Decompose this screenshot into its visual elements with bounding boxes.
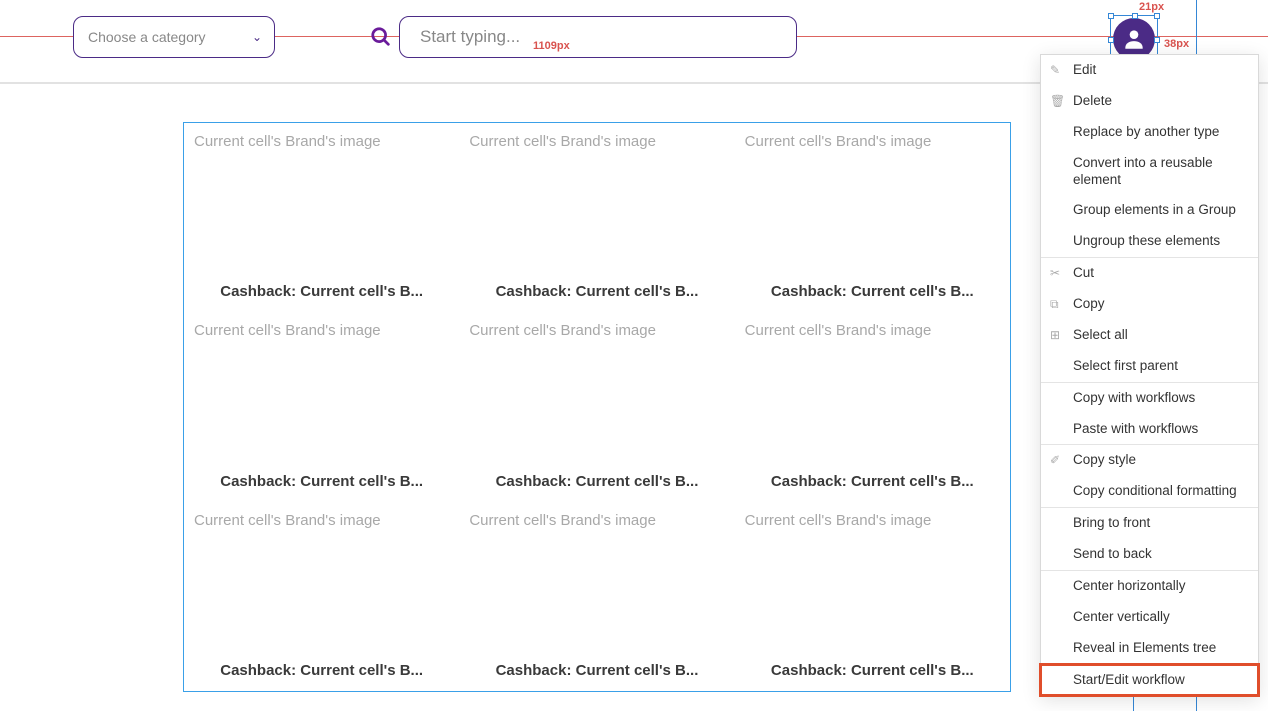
menu-item-center-horizontally[interactable]: Center horizontally xyxy=(1041,571,1258,602)
menu-item-paste-with-workflows[interactable]: Paste with workflows xyxy=(1041,414,1258,445)
search-input[interactable]: Start typing... xyxy=(399,16,797,58)
search-icon xyxy=(370,26,392,53)
menu-item-label: Copy xyxy=(1073,296,1105,311)
grid-cell[interactable]: Current cell's Brand's image Cashback: C… xyxy=(184,312,459,501)
dimension-label-right: 38px xyxy=(1164,38,1189,50)
menu-item-label: Delete xyxy=(1073,93,1112,108)
chevron-down-icon: ⌄ xyxy=(252,30,262,44)
menu-item-cut[interactable]: ✂ Cut xyxy=(1041,258,1258,289)
dimension-label-width: 1109px xyxy=(533,40,570,52)
menu-item-bring-to-front[interactable]: Bring to front xyxy=(1041,508,1258,539)
menu-item-select-first-parent[interactable]: Select first parent xyxy=(1041,351,1258,382)
paint-icon: ✐ xyxy=(1050,453,1060,468)
menu-item-label: Select all xyxy=(1073,327,1128,342)
menu-item-label: Copy with workflows xyxy=(1073,390,1195,405)
menu-item-label: Reveal in Elements tree xyxy=(1073,640,1216,655)
image-placeholder: Current cell's Brand's image xyxy=(469,512,718,529)
menu-item-reveal-in-elements-tree[interactable]: Reveal in Elements tree xyxy=(1041,633,1258,664)
menu-item-label: Bring to front xyxy=(1073,515,1150,530)
grid-cell[interactable]: Current cell's Brand's image Cashback: C… xyxy=(735,123,1010,312)
cashback-label: Cashback: Current cell's B... xyxy=(735,283,1010,300)
search-placeholder: Start typing... xyxy=(420,27,520,47)
resize-handle[interactable] xyxy=(1108,37,1114,43)
grid-cell[interactable]: Current cell's Brand's image Cashback: C… xyxy=(184,123,459,312)
cashback-label: Cashback: Current cell's B... xyxy=(459,473,734,490)
menu-item-copy[interactable]: ⧉ Copy xyxy=(1041,289,1258,320)
image-placeholder: Current cell's Brand's image xyxy=(194,133,443,150)
resize-handle[interactable] xyxy=(1154,13,1160,19)
grid-cell[interactable]: Current cell's Brand's image Cashback: C… xyxy=(459,123,734,312)
grid-cell[interactable]: Current cell's Brand's image Cashback: C… xyxy=(459,502,734,691)
resize-handle[interactable] xyxy=(1108,13,1114,19)
menu-item-label: Replace by another type xyxy=(1073,124,1219,139)
menu-item-label: Center vertically xyxy=(1073,609,1170,624)
cashback-label: Cashback: Current cell's B... xyxy=(184,473,459,490)
image-placeholder: Current cell's Brand's image xyxy=(745,322,994,339)
menu-item-label: Paste with workflows xyxy=(1073,421,1198,436)
image-placeholder: Current cell's Brand's image xyxy=(194,322,443,339)
menu-item-label: Center horizontally xyxy=(1073,578,1186,593)
menu-item-select-all[interactable]: ⊞ Select all xyxy=(1041,320,1258,351)
grid-cell[interactable]: Current cell's Brand's image Cashback: C… xyxy=(735,502,1010,691)
menu-item-label: Start/Edit workflow xyxy=(1073,672,1185,687)
menu-item-label: Cut xyxy=(1073,265,1094,280)
menu-item-send-to-back[interactable]: Send to back xyxy=(1041,539,1258,570)
menu-item-label: Edit xyxy=(1073,62,1096,77)
menu-item-ungroup-these-elements[interactable]: Ungroup these elements xyxy=(1041,226,1258,257)
image-placeholder: Current cell's Brand's image xyxy=(469,322,718,339)
dimension-label-top: 21px xyxy=(1139,1,1164,13)
menu-item-copy-style[interactable]: ✐ Copy style xyxy=(1041,445,1258,476)
cashback-label: Cashback: Current cell's B... xyxy=(735,662,1010,679)
menu-item-label: Convert into a reusable element xyxy=(1073,155,1213,187)
menu-item-copy-with-workflows[interactable]: Copy with workflows xyxy=(1041,383,1258,414)
copy-icon: ⧉ xyxy=(1050,297,1059,312)
menu-item-start-edit-workflow[interactable]: Start/Edit workflow xyxy=(1041,665,1258,696)
image-placeholder: Current cell's Brand's image xyxy=(194,512,443,529)
grid-icon: ⊞ xyxy=(1050,328,1060,343)
menu-item-replace-by-another-type[interactable]: Replace by another type xyxy=(1041,117,1258,148)
resize-handle[interactable] xyxy=(1132,13,1138,19)
cashback-label: Cashback: Current cell's B... xyxy=(735,473,1010,490)
menu-item-center-vertically[interactable]: Center vertically xyxy=(1041,602,1258,633)
menu-item-label: Select first parent xyxy=(1073,358,1178,373)
category-dropdown[interactable]: Choose a category ⌄ xyxy=(73,16,275,58)
grid-cell[interactable]: Current cell's Brand's image Cashback: C… xyxy=(184,502,459,691)
cashback-label: Cashback: Current cell's B... xyxy=(459,662,734,679)
category-placeholder: Choose a category xyxy=(88,29,206,45)
cashback-label: Cashback: Current cell's B... xyxy=(184,662,459,679)
edit-icon: ✎ xyxy=(1050,63,1060,78)
menu-item-label: Copy style xyxy=(1073,452,1136,467)
context-menu: ✎ Edit 🗑 Delete Replace by another type Conve… xyxy=(1040,54,1259,696)
image-placeholder: Current cell's Brand's image xyxy=(745,133,994,150)
cashback-label: Cashback: Current cell's B... xyxy=(459,283,734,300)
menu-item-copy-conditional-formatting[interactable]: Copy conditional formatting xyxy=(1041,476,1258,507)
grid-cell[interactable]: Current cell's Brand's image Cashback: C… xyxy=(459,312,734,501)
menu-item-edit[interactable]: ✎ Edit xyxy=(1041,55,1258,86)
menu-item-group-elements-in-a-group[interactable]: Group elements in a Group xyxy=(1041,195,1258,226)
trash-icon: 🗑 xyxy=(1050,94,1065,109)
image-placeholder: Current cell's Brand's image xyxy=(745,512,994,529)
menu-item-label: Copy conditional formatting xyxy=(1073,483,1237,498)
repeating-group[interactable]: Current cell's Brand's image Cashback: C… xyxy=(183,122,1011,692)
menu-item-label: Ungroup these elements xyxy=(1073,233,1220,248)
resize-handle[interactable] xyxy=(1154,37,1160,43)
menu-item-convert-into-a-reusable-element[interactable]: Convert into a reusable element xyxy=(1041,148,1258,196)
cashback-label: Cashback: Current cell's B... xyxy=(184,283,459,300)
cut-icon: ✂ xyxy=(1050,266,1060,281)
menu-item-label: Group elements in a Group xyxy=(1073,202,1236,217)
grid-cell[interactable]: Current cell's Brand's image Cashback: C… xyxy=(735,312,1010,501)
menu-item-label: Send to back xyxy=(1073,546,1152,561)
menu-item-delete[interactable]: 🗑 Delete xyxy=(1041,86,1258,117)
image-placeholder: Current cell's Brand's image xyxy=(469,133,718,150)
